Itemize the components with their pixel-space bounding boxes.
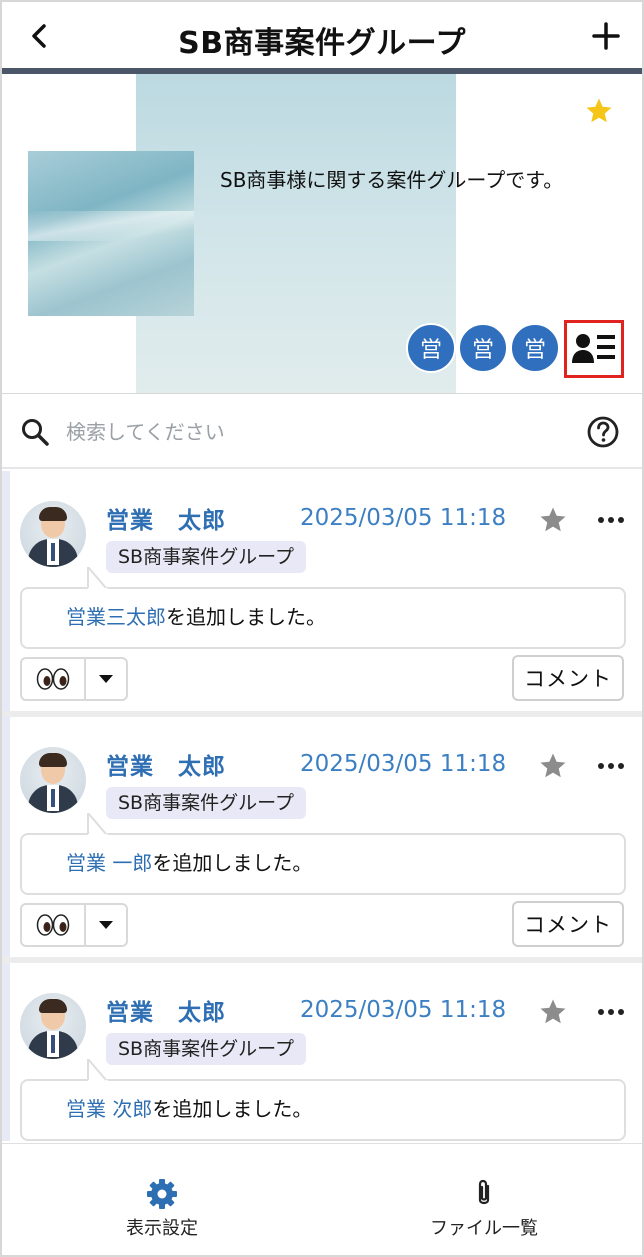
member-list-icon — [572, 334, 615, 363]
post-card: 営業 太郎 2025/03/05 11:18 SB商事案件グループ 営業 次郎を… — [2, 963, 642, 1141]
search-input[interactable] — [66, 415, 546, 449]
star-icon[interactable] — [538, 505, 568, 535]
post-message: 営業三太郎を追加しました。 — [20, 587, 626, 649]
reaction-control — [20, 657, 128, 701]
member-list-button[interactable] — [564, 320, 624, 378]
display-settings-button[interactable]: 表示設定 — [62, 1178, 262, 1240]
member-avatar[interactable]: 営 — [458, 323, 508, 373]
eyes-icon — [36, 668, 70, 690]
back-button[interactable] — [24, 18, 56, 54]
eyes-icon — [36, 914, 70, 936]
reaction-dropdown[interactable] — [86, 659, 126, 699]
reaction-control — [20, 903, 128, 947]
search-bar — [2, 395, 642, 469]
group-tag[interactable]: SB商事案件グループ — [106, 1033, 306, 1065]
page-title: SB商事案件グループ — [178, 26, 466, 61]
post-author[interactable]: 営業 太郎 — [106, 501, 226, 535]
post-card: 営業 太郎 2025/03/05 11:18 SB商事案件グループ 営業三太郎を… — [2, 471, 642, 711]
more-options-icon[interactable] — [596, 997, 626, 1027]
message-text: を追加しました。 — [166, 605, 326, 629]
header: SB商事案件グループ — [2, 2, 642, 68]
eyes-reaction-button[interactable] — [22, 659, 86, 699]
star-icon[interactable] — [538, 751, 568, 781]
paperclip-icon — [478, 1179, 490, 1205]
file-list-button[interactable]: ファイル一覧 — [384, 1178, 584, 1240]
member-link[interactable]: 営業三太郎 — [66, 605, 166, 629]
post-message: 営業 次郎を追加しました。 — [20, 1079, 626, 1141]
member-link[interactable]: 営業 次郎 — [66, 1097, 152, 1121]
bubble-tail — [87, 567, 108, 589]
avatar[interactable] — [20, 747, 86, 813]
chevron-left-icon — [32, 24, 46, 48]
star-icon[interactable] — [538, 997, 568, 1027]
post-timestamp: 2025/03/05 11:18 — [300, 505, 507, 531]
post-author[interactable]: 営業 太郎 — [106, 747, 226, 781]
message-text: を追加しました。 — [152, 851, 313, 875]
post-card: 営業 太郎 2025/03/05 11:18 SB商事案件グループ 営業 一郎を… — [2, 717, 642, 957]
group-tag[interactable]: SB商事案件グループ — [106, 787, 306, 819]
bubble-tail — [87, 813, 108, 835]
caret-down-icon — [99, 675, 113, 683]
file-list-label: ファイル一覧 — [430, 1218, 538, 1239]
comment-button[interactable]: コメント — [512, 901, 624, 947]
more-options-icon[interactable] — [596, 505, 626, 535]
help-icon[interactable] — [586, 415, 620, 449]
member-avatar[interactable]: 営 — [510, 323, 560, 373]
group-description: SB商事様に関する案件グループです。 — [220, 168, 564, 192]
comment-button[interactable]: コメント — [512, 655, 624, 701]
post-message: 営業 一郎を追加しました。 — [20, 833, 626, 895]
avatar[interactable] — [20, 501, 86, 567]
member-link[interactable]: 営業 一郎 — [66, 851, 152, 875]
group-tag[interactable]: SB商事案件グループ — [106, 541, 306, 573]
search-icon — [22, 419, 49, 446]
plus-icon — [592, 22, 620, 50]
favorite-star-icon[interactable] — [584, 96, 614, 126]
bubble-tail — [87, 1059, 108, 1081]
post-timestamp: 2025/03/05 11:18 — [300, 997, 507, 1023]
more-options-icon[interactable] — [596, 751, 626, 781]
reaction-dropdown[interactable] — [86, 905, 126, 945]
post-author[interactable]: 営業 太郎 — [106, 993, 226, 1027]
timeline-feed: 営業 太郎 2025/03/05 11:18 SB商事案件グループ 営業三太郎を… — [2, 471, 642, 1141]
member-avatar[interactable]: 営 — [406, 323, 456, 373]
member-avatars: 営 営 営 — [406, 323, 560, 373]
caret-down-icon — [99, 921, 113, 929]
bottom-navigation: 表示設定 ファイル一覧 — [2, 1143, 642, 1255]
display-settings-label: 表示設定 — [126, 1218, 198, 1239]
post-timestamp: 2025/03/05 11:18 — [300, 751, 507, 777]
group-thumbnail — [28, 151, 194, 316]
message-text: を追加しました。 — [152, 1097, 313, 1121]
group-header: SB商事様に関する案件グループです。 営 営 営 — [2, 74, 642, 394]
avatar[interactable] — [20, 993, 86, 1059]
gear-icon — [147, 1179, 177, 1209]
add-button[interactable] — [588, 18, 624, 54]
eyes-reaction-button[interactable] — [22, 905, 86, 945]
